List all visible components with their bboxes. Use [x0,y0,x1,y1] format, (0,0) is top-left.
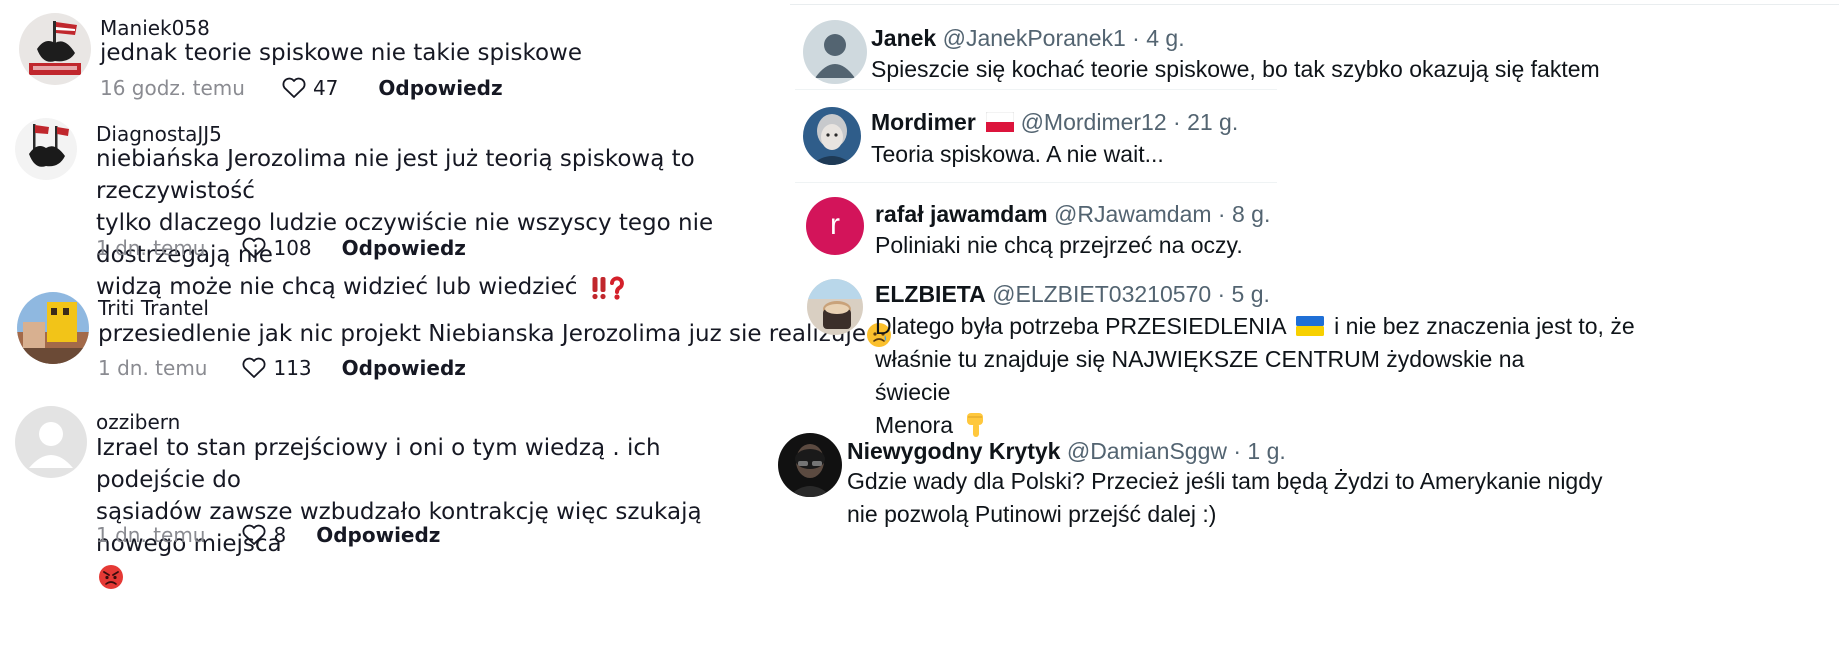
post-handle-time[interactable]: @JanekPoranek1 · 4 g. [943,25,1185,51]
reply-button[interactable]: Odpowiedz [378,76,502,100]
post-author-name[interactable]: ELZBIETA [875,281,986,307]
divider [790,4,1839,5]
like-count: 108 [273,236,312,260]
comment-time: 1 dn. temu [98,356,208,380]
default-avatar-icon [803,20,867,84]
avatar-letter: r [830,208,840,241]
angry-face-emoji [99,564,123,589]
post-text: Spieszcie się kochać teorie spiskowe, bo… [871,56,1600,82]
post-text: Dlatego była potrzeba PRZESIEDLENIA i ni… [875,310,1635,442]
comment-text: niebiańska Jerozolima nie jest już teori… [96,143,776,303]
post-handle-time[interactable]: @RJawamdam · 8 g. [1054,201,1270,227]
comment-meta: 1 dn. temu 8 Odpowiedz [96,520,440,550]
post-author-name[interactable]: rafał jawamdam [875,201,1048,227]
heart-icon [243,357,266,378]
avatar-image [17,292,89,364]
post-text-line: Gdzie wady dla Polski? Przecież jeśli ta… [847,468,1603,494]
question-mark-emoji [609,275,624,300]
like-button[interactable]: 47 [281,76,338,100]
post-text-part: Menora [875,412,953,438]
avatar[interactable] [803,107,861,165]
comment-username[interactable]: ozzibern [96,410,180,434]
divider [795,89,1277,90]
avatar-image [15,118,77,180]
reply-button[interactable]: Odpowiedz [342,236,466,260]
post-text: Teoria spiskowa. A nie wait... [871,141,1164,167]
avatar[interactable] [778,433,842,497]
avatar-image [778,433,842,497]
reply-button[interactable]: Odpowiedz [316,523,440,547]
comment-text: jednak teorie spiskowe nie takie spiskow… [100,40,582,66]
avatar[interactable] [15,118,77,180]
comment-time: 16 godz. temu [100,76,245,100]
avatar[interactable] [15,406,87,478]
post-text-part: i nie bez znaczenia jest to, że [1334,313,1635,339]
pointing-down-emoji [967,412,984,437]
avatar[interactable] [17,292,89,364]
like-button[interactable]: 113 [241,356,312,380]
post-author-name[interactable]: Janek [871,25,936,51]
post-text: Gdzie wady dla Polski? Przecież jeśli ta… [847,465,1603,531]
comment-text-part: przesiedlenie jak nic projekt Niebianska… [98,321,866,347]
comment-meta: 1 dn. temu 113 Odpowiedz [98,353,466,383]
avatar-image [807,279,863,335]
avatar[interactable] [807,279,863,335]
double-exclamation-emoji [592,276,606,299]
heart-icon [282,77,306,98]
avatar[interactable]: r [806,197,864,255]
comment-text: Izrael to stan przejściowy i oni o tym w… [96,432,776,592]
avatar[interactable] [803,20,867,84]
divider [795,182,1277,183]
comment-meta: 16 godz. temu 47 Odpowiedz [100,73,503,103]
post-handle-time[interactable]: @DamianSggw · 1 g. [1067,438,1286,464]
comment-time: 1 dn. temu [96,523,206,547]
poland-flag-icon [986,112,1015,133]
post-author-name[interactable]: Mordimer [871,109,976,135]
avatar-image [19,13,91,85]
avatar-image [803,107,861,165]
post-text-line: Dlatego była potrzeba PRZESIEDLENIA i ni… [875,310,1635,343]
post-header: rafał jawamdam @RJawamdam · 8 g. [875,199,1270,229]
post-header: ELZBIETA @ELZBIET03210570 · 5 g. [875,279,1270,309]
like-count: 8 [273,523,287,547]
comment-text-line: Izrael to stan przejściowy i oni o tym w… [96,435,661,493]
heart-icon [243,237,266,258]
post-handle-time[interactable]: @Mordimer12 · 21 g. [1021,109,1239,135]
default-avatar-icon [15,406,87,478]
comment-meta: 1 dn. temu 108 Odpowiedz [96,233,466,263]
comment-text-line [96,560,776,592]
like-button[interactable]: 108 [241,236,312,260]
post-text-line: nie pozwolą Putinowi przejść dalej :) [847,501,1217,527]
reply-button[interactable]: Odpowiedz [342,356,466,380]
post-header: Mordimer @Mordimer12 · 21 g. [871,107,1238,137]
like-count: 47 [312,76,339,100]
post-text-part: Dlatego była potrzeba PRZESIEDLENIA [875,313,1286,339]
post-author-name[interactable]: Niewygodny Krytyk [847,438,1060,464]
post-header: Niewygodny Krytyk @DamianSggw · 1 g. [847,436,1286,466]
comment-time: 1 dn. temu [96,236,206,260]
comment-text: przesiedlenie jak nic projekt Niebianska… [98,318,892,350]
heart-icon [243,524,266,545]
avatar[interactable] [19,13,91,85]
post-text: Poliniaki nie chcą przejrzeć na oczy. [875,232,1243,258]
post-header: Janek @JanekPoranek1 · 4 g. [871,23,1185,53]
like-button[interactable]: 8 [241,523,286,547]
ukraine-flag-icon [1295,315,1324,336]
post-handle-time[interactable]: @ELZBIET03210570 · 5 g. [992,281,1270,307]
comment-text-line: niebiańska Jerozolima nie jest już teori… [96,146,695,204]
like-count: 113 [273,356,312,380]
comment-username[interactable]: Triti Trantel [98,296,209,320]
post-text-line: właśnie tu znajduje się NAJWIĘKSZE CENTR… [875,346,1525,405]
